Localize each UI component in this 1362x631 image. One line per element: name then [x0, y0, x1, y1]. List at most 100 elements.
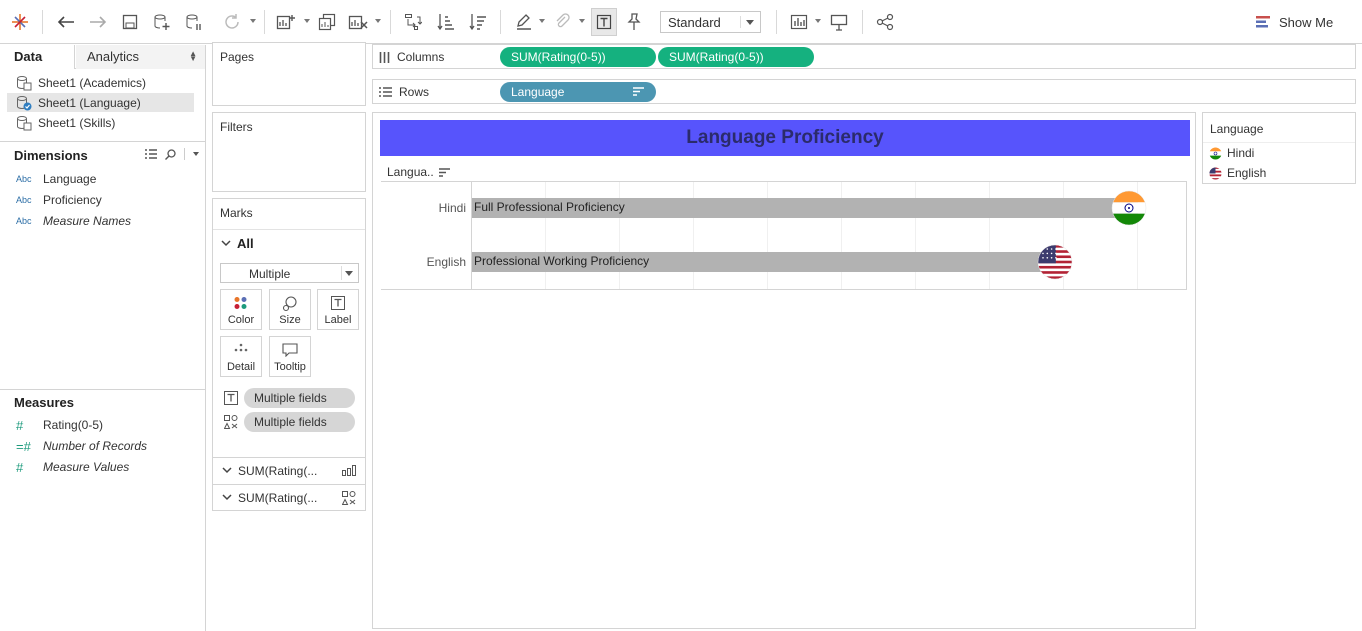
sort-icon[interactable]	[438, 167, 450, 177]
usa-flag-icon	[1209, 166, 1222, 180]
field-label: Measure Values	[43, 460, 130, 474]
swap-rows-columns-icon[interactable]	[401, 8, 425, 36]
new-datasource-icon[interactable]	[150, 8, 174, 36]
data-pane: Data Analytics ▲ ▼ Sheet1 (Academics) She…	[0, 45, 206, 631]
undo-icon[interactable]	[54, 8, 78, 36]
detail-button[interactable]: Detail	[220, 336, 262, 377]
label-button[interactable]: Label	[317, 289, 359, 330]
measure-field[interactable]: # Measure Values	[16, 458, 129, 476]
clear-sheet-icon[interactable]	[346, 8, 370, 36]
india-flag-icon[interactable]	[1111, 190, 1147, 226]
tab-data[interactable]: Data	[0, 45, 75, 69]
tab-analytics[interactable]: Analytics ▲ ▼	[76, 45, 205, 69]
usa-flag-icon[interactable]	[1037, 244, 1073, 280]
divider	[0, 389, 205, 390]
columns-pill[interactable]: SUM(Rating(0-5))	[658, 47, 814, 67]
sort-descending-icon[interactable]	[466, 8, 490, 36]
new-worksheet-icon[interactable]	[274, 8, 298, 36]
highlight-dropdown-icon[interactable]	[539, 19, 545, 23]
group-members-icon[interactable]	[550, 8, 574, 36]
label-label: Label	[324, 314, 352, 326]
fix-axes-pin-icon[interactable]	[622, 8, 646, 36]
datasource-item[interactable]: Sheet1 (Skills)	[7, 113, 194, 132]
mark-type-select[interactable]: Multiple	[220, 263, 359, 283]
pages-title: Pages	[220, 50, 255, 64]
rows-shelf[interactable]: Rows Language	[372, 79, 1356, 104]
color-button[interactable]: Color	[220, 289, 262, 330]
duplicate-sheet-icon[interactable]	[315, 8, 339, 36]
datasource-item[interactable]: Sheet1 (Language)	[7, 93, 194, 112]
field-label: Measure Names	[43, 214, 132, 228]
dimension-field[interactable]: Abc Proficiency	[16, 191, 102, 209]
pause-updates-icon[interactable]	[182, 8, 206, 36]
measure-field[interactable]: # Rating(0-5)	[16, 416, 103, 434]
bar-data-label: Full Professional Proficiency	[474, 200, 625, 214]
group-dropdown-icon[interactable]	[579, 19, 585, 23]
grid-lines	[471, 181, 1138, 289]
shape-encoding-row[interactable]: Multiple fields	[224, 412, 355, 432]
dimension-field[interactable]: Abc Language	[16, 170, 96, 188]
clear-sheet-dropdown-icon[interactable]	[375, 19, 381, 23]
pane-top-border	[381, 181, 1187, 182]
show-cards-dropdown-icon[interactable]	[815, 19, 821, 23]
show-mark-labels-icon[interactable]	[591, 8, 617, 36]
string-type-icon: Abc	[16, 195, 32, 205]
label-icon	[224, 391, 238, 405]
tooltip-label: Tooltip	[274, 361, 306, 373]
column-header[interactable]: Langua..	[387, 165, 450, 179]
row-label-english[interactable]: English	[383, 255, 466, 269]
chevron-down-icon[interactable]	[341, 266, 354, 280]
divider	[213, 229, 365, 230]
marks-measure-row[interactable]: SUM(Rating(...	[213, 457, 365, 483]
bar-chart[interactable]	[471, 181, 1188, 289]
show-me-button[interactable]: Show Me	[1256, 13, 1333, 31]
marks-measure-row[interactable]: SUM(Rating(...	[213, 484, 365, 510]
filters-card[interactable]: Filters	[212, 112, 366, 192]
datasource-item[interactable]: Sheet1 (Academics)	[7, 73, 194, 92]
refresh-dropdown-icon[interactable]	[250, 19, 256, 23]
sort-ascending-icon[interactable]	[434, 8, 458, 36]
detail-label: Detail	[226, 361, 256, 373]
chevron-down-icon	[222, 494, 232, 501]
save-icon[interactable]	[118, 8, 142, 36]
row-label-hindi[interactable]: Hindi	[383, 201, 466, 215]
measure-row-label: SUM(Rating(...	[238, 490, 318, 505]
bar-data-label: Professional Working Proficiency	[474, 254, 650, 268]
legend-item[interactable]: Hindi	[1209, 145, 1254, 161]
chevron-down-icon[interactable]	[193, 152, 199, 156]
chevron-down-icon[interactable]	[740, 16, 756, 28]
show-cards-icon[interactable]	[787, 8, 811, 36]
mark-type-value: Multiple	[249, 267, 291, 281]
list-view-icon[interactable]	[145, 149, 157, 159]
new-worksheet-dropdown-icon[interactable]	[304, 19, 310, 23]
legend-item-label: Hindi	[1227, 146, 1255, 160]
marks-all-header[interactable]: All	[221, 236, 254, 251]
columns-pill[interactable]: SUM(Rating(0-5))	[500, 47, 656, 67]
updown-icon: ▲ ▼	[189, 49, 197, 63]
multiple-fields-pill[interactable]: Multiple fields	[244, 412, 355, 432]
redo-icon[interactable]	[86, 8, 110, 36]
label-encoding-row[interactable]: Multiple fields	[224, 388, 355, 408]
dimension-field[interactable]: Abc Measure Names	[16, 212, 131, 230]
datasource-icon	[17, 75, 32, 90]
presentation-mode-icon[interactable]	[827, 8, 851, 36]
pages-card[interactable]: Pages	[212, 42, 366, 106]
size-button[interactable]: Size	[269, 289, 311, 330]
columns-shelf[interactable]: Columns SUM(Rating(0-5)) SUM(Rating(0-5)…	[372, 44, 1356, 69]
tooltip-button[interactable]: Tooltip	[269, 336, 311, 377]
fit-select[interactable]: Standard	[660, 11, 761, 33]
size-label: Size	[279, 314, 301, 326]
multiple-fields-pill[interactable]: Multiple fields	[244, 388, 355, 408]
color-label: Color	[227, 314, 255, 326]
share-icon[interactable]	[873, 8, 897, 36]
rows-pill[interactable]: Language	[500, 82, 656, 102]
field-label: Proficiency	[43, 193, 102, 207]
highlight-icon[interactable]	[512, 8, 536, 36]
measure-field[interactable]: =# Number of Records	[16, 437, 147, 455]
legend-item[interactable]: English	[1209, 165, 1266, 181]
string-type-icon: Abc	[16, 174, 32, 184]
shape-icon	[224, 415, 238, 429]
tableau-logo-icon[interactable]	[8, 8, 32, 36]
refresh-icon[interactable]	[220, 8, 244, 36]
search-icon[interactable]	[165, 148, 176, 160]
